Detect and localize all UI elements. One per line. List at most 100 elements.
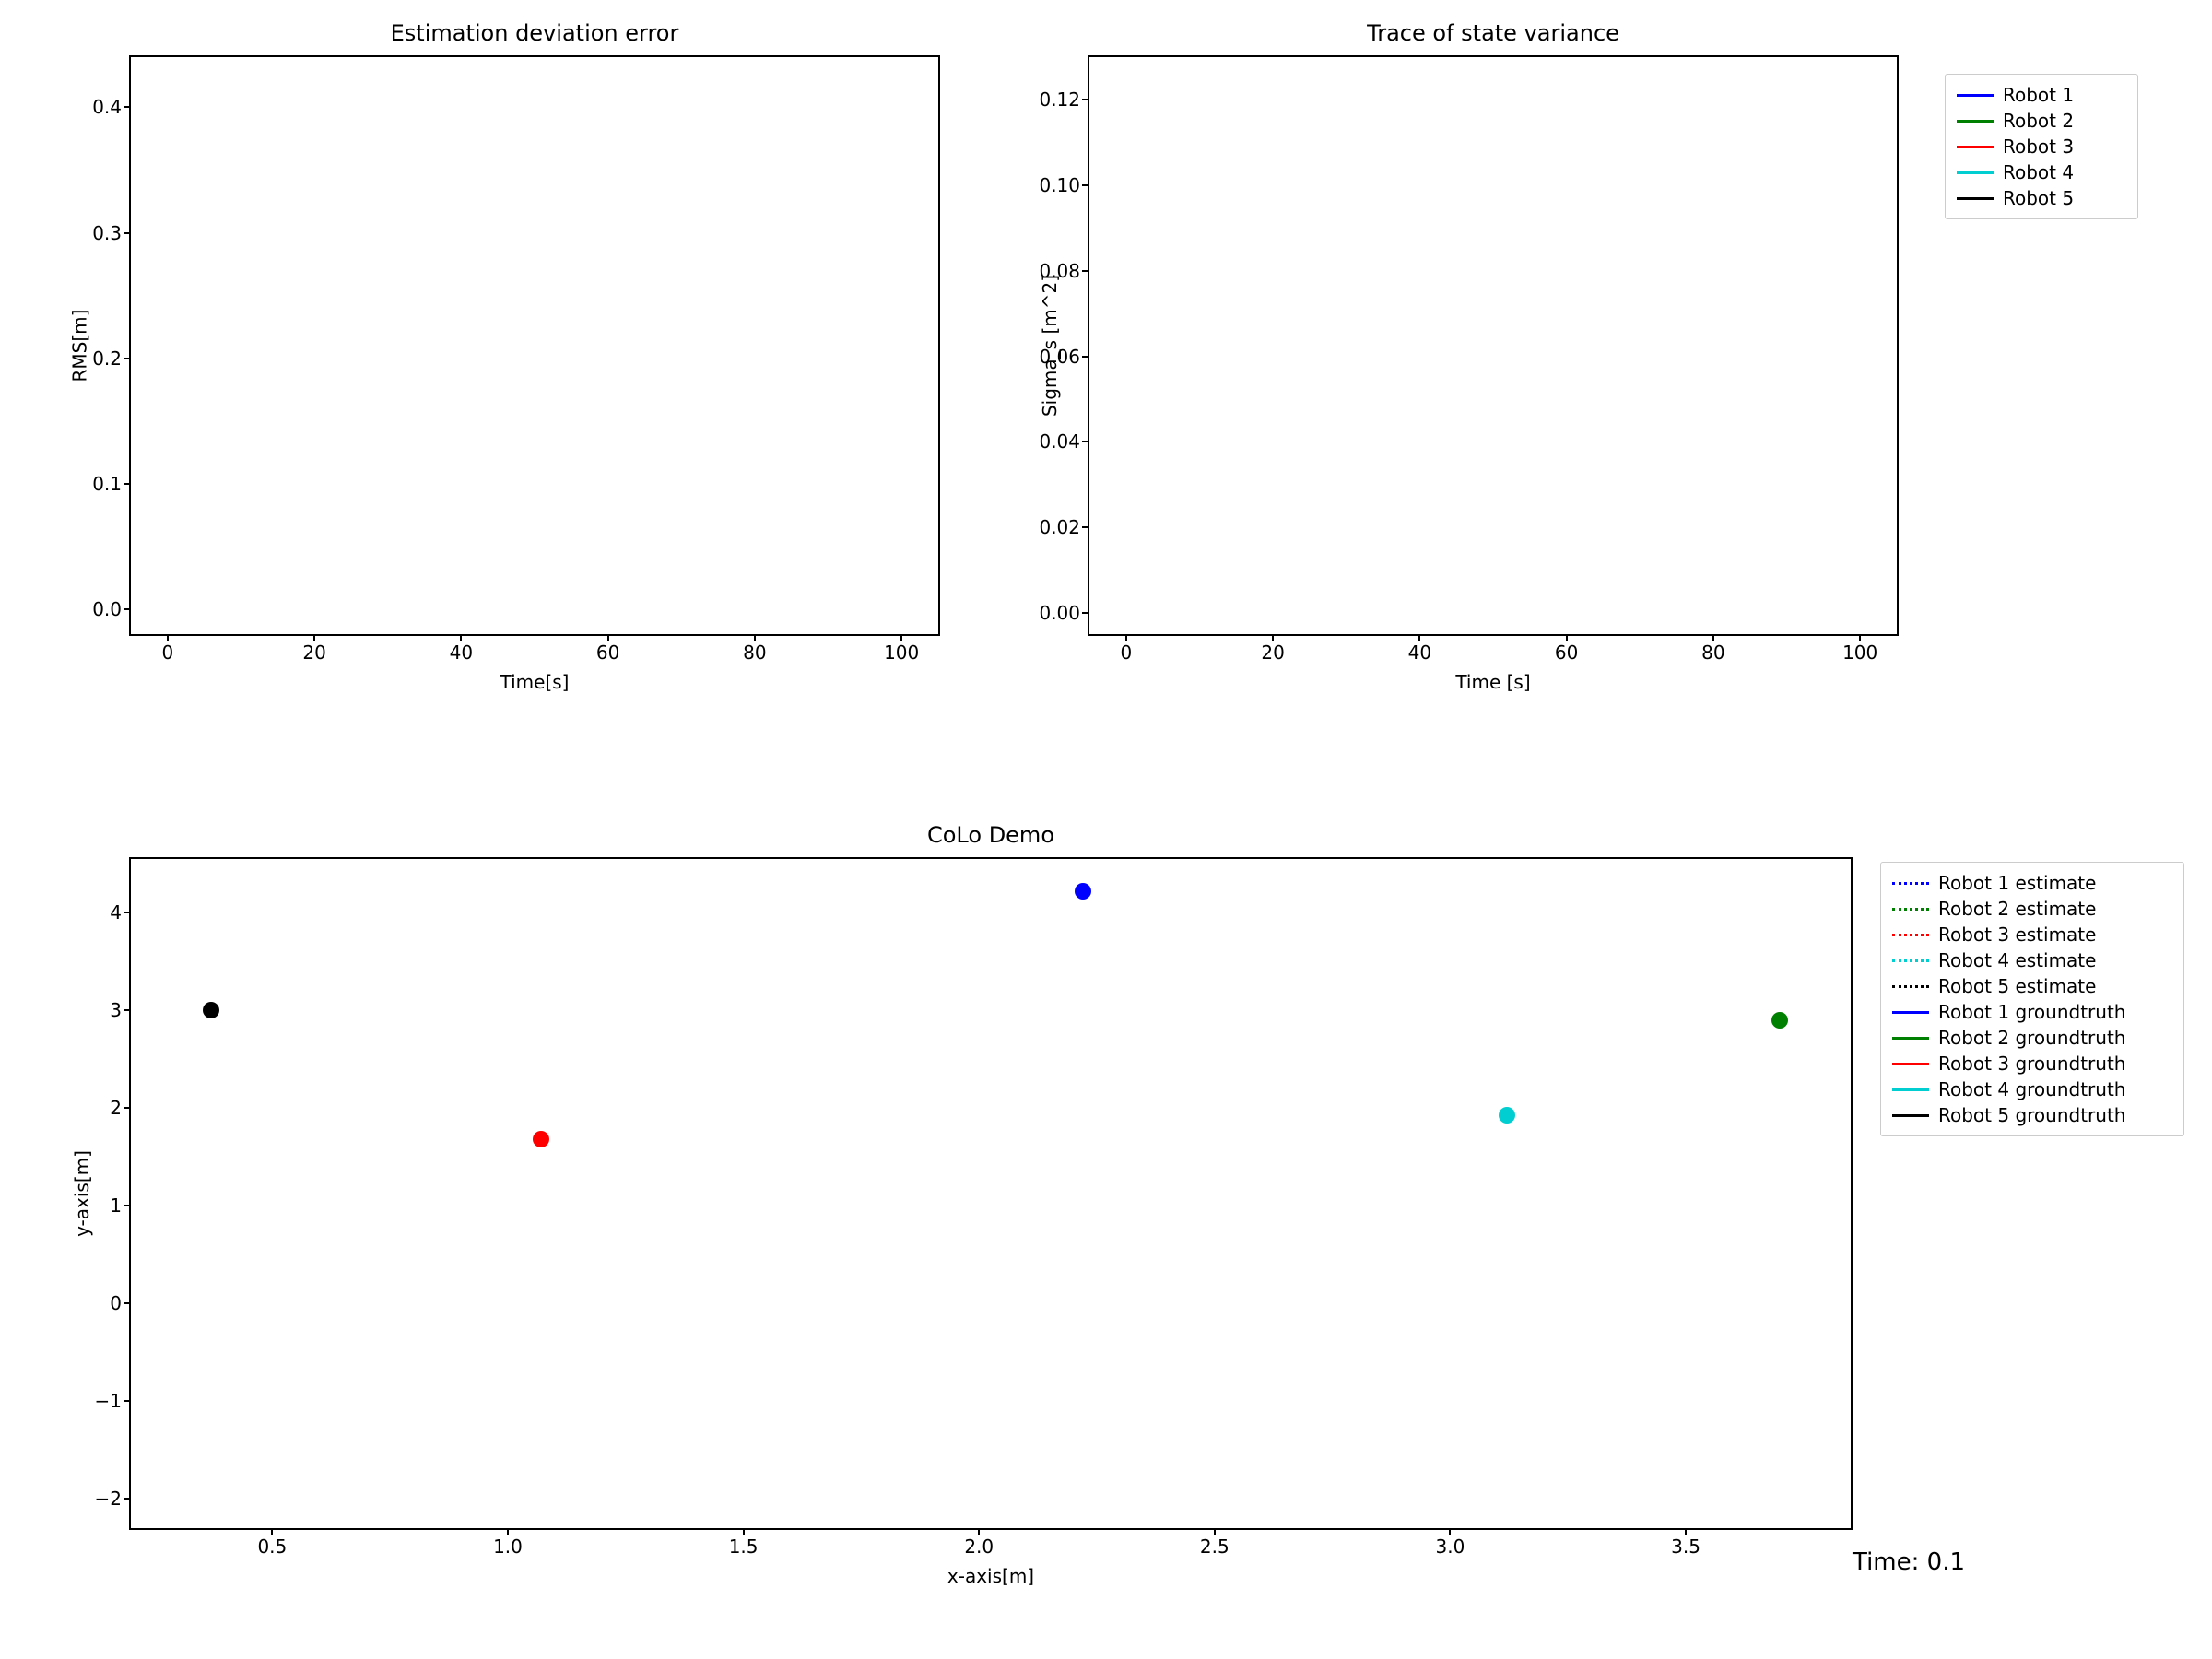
y-tick-label: 3 <box>110 999 122 1021</box>
legend-item: Robot 1 <box>1957 82 2126 108</box>
x-tick-label: 80 <box>1701 641 1724 664</box>
y-tick-label: 0.4 <box>92 96 122 118</box>
legend-label: Robot 3 estimate <box>1938 924 2096 946</box>
tick-mark <box>124 483 131 485</box>
legend-item: Robot 3 groundtruth <box>1892 1051 2172 1077</box>
x-tick-label: 20 <box>1261 641 1284 664</box>
x-tick-label: 20 <box>302 641 325 664</box>
tick-mark <box>460 634 462 641</box>
legend-label: Robot 5 <box>2003 187 2074 209</box>
figure: Estimation deviation error Time[s] RMS[m… <box>0 0 2212 1659</box>
legend-estimate-groundtruth: Robot 1 estimateRobot 2 estimateRobot 3 … <box>1880 862 2184 1136</box>
legend-item: Robot 4 estimate <box>1892 947 2172 973</box>
legend-item: Robot 1 groundtruth <box>1892 999 2172 1025</box>
tick-mark <box>1214 1528 1216 1535</box>
tick-mark <box>978 1528 980 1535</box>
tick-mark <box>1449 1528 1451 1535</box>
tick-mark <box>1859 634 1861 641</box>
x-tick-label: 2.0 <box>964 1535 994 1558</box>
legend-swatch <box>1892 908 1929 911</box>
y-tick-label: 0 <box>110 1292 122 1314</box>
tick-mark <box>271 1528 273 1535</box>
legend-swatch <box>1892 985 1929 988</box>
x-tick-label: 1.0 <box>493 1535 523 1558</box>
tick-mark <box>1712 634 1714 641</box>
legend-robots: Robot 1Robot 2Robot 3 Robot 4 Robot 5 <box>1945 74 2138 219</box>
robot-marker <box>1499 1107 1515 1124</box>
y-tick-label: 1 <box>110 1194 122 1217</box>
tick-mark <box>507 1528 509 1535</box>
y-tick-label: 2 <box>110 1097 122 1119</box>
legend-item: Robot 2 groundtruth <box>1892 1025 2172 1051</box>
tick-mark <box>167 634 169 641</box>
legend-swatch <box>1957 197 1994 200</box>
legend-label: Robot 4 <box>2003 161 2074 183</box>
x-tick-label: 0 <box>1120 641 1132 664</box>
x-tick-label: 60 <box>596 641 619 664</box>
tick-mark <box>1685 1528 1687 1535</box>
y-tick-label: 0.02 <box>1039 516 1080 538</box>
legend-item: Robot 3 <box>1957 134 2126 159</box>
legend-item: Robot 5 estimate <box>1892 973 2172 999</box>
legend-item: Robot 3 estimate <box>1892 922 2172 947</box>
tick-mark <box>1082 184 1089 186</box>
tick-mark <box>313 634 315 641</box>
legend-swatch <box>1892 1063 1929 1065</box>
tick-mark <box>1418 634 1420 641</box>
legend-swatch <box>1957 120 1994 123</box>
y-tick-label: 0.1 <box>92 473 122 495</box>
x-tick-label: 60 <box>1555 641 1578 664</box>
tick-mark <box>124 912 131 913</box>
legend-swatch <box>1892 1114 1929 1117</box>
tick-mark <box>124 608 131 610</box>
legend-label: Robot 5 estimate <box>1938 975 2096 997</box>
legend-item: Robot 2 <box>1957 108 2126 134</box>
legend-swatch <box>1957 146 1994 148</box>
tick-mark <box>124 358 131 359</box>
x-tick-label: 0 <box>161 641 173 664</box>
legend-item: Robot 4 <box>1957 159 2126 185</box>
y-axis-label: RMS[m] <box>68 310 90 382</box>
legend-item: Robot 2 estimate <box>1892 896 2172 922</box>
legend-swatch <box>1957 94 1994 97</box>
axes-estimation-error: Estimation deviation error Time[s] RMS[m… <box>129 55 940 636</box>
tick-mark <box>1566 634 1568 641</box>
legend-swatch <box>1892 882 1929 885</box>
tick-mark <box>754 634 756 641</box>
legend-swatch <box>1892 959 1929 962</box>
legend-item: Robot 5 groundtruth <box>1892 1102 2172 1128</box>
y-axis-label: y-axis[m] <box>71 1150 93 1237</box>
y-tick-label: 0.08 <box>1039 260 1080 282</box>
x-tick-label: 100 <box>1842 641 1877 664</box>
tick-mark <box>124 1400 131 1402</box>
tick-mark <box>1082 356 1089 358</box>
y-tick-label: −2 <box>95 1488 122 1510</box>
legend-item: Robot 4 groundtruth <box>1892 1077 2172 1102</box>
chart-title: Trace of state variance <box>1089 20 1897 46</box>
y-tick-label: 0.04 <box>1039 430 1080 453</box>
y-tick-label: 0.12 <box>1039 88 1080 111</box>
legend-label: Robot 2 estimate <box>1938 898 2096 920</box>
y-tick-label: 0.10 <box>1039 174 1080 196</box>
tick-mark <box>1082 270 1089 272</box>
x-tick-label: 80 <box>743 641 766 664</box>
legend-label: Robot 3 groundtruth <box>1938 1053 2125 1075</box>
legend-swatch <box>1892 934 1929 936</box>
tick-mark <box>124 1009 131 1011</box>
y-tick-label: 0.00 <box>1039 602 1080 624</box>
x-tick-label: 40 <box>450 641 473 664</box>
tick-mark <box>124 106 131 108</box>
robot-marker <box>1771 1012 1788 1029</box>
legend-label: Robot 3 <box>2003 135 2074 158</box>
tick-mark <box>1082 99 1089 100</box>
legend-swatch <box>1892 1011 1929 1014</box>
x-tick-label: 3.0 <box>1436 1535 1465 1558</box>
legend-item: Robot 5 <box>1957 185 2126 211</box>
tick-mark <box>124 1302 131 1304</box>
y-tick-label: 0.0 <box>92 598 122 620</box>
y-tick-label: 0.3 <box>92 222 122 244</box>
tick-mark <box>124 1498 131 1500</box>
tick-mark <box>900 634 902 641</box>
legend-label: Robot 4 estimate <box>1938 949 2096 971</box>
x-axis-label: x-axis[m] <box>131 1565 1851 1587</box>
